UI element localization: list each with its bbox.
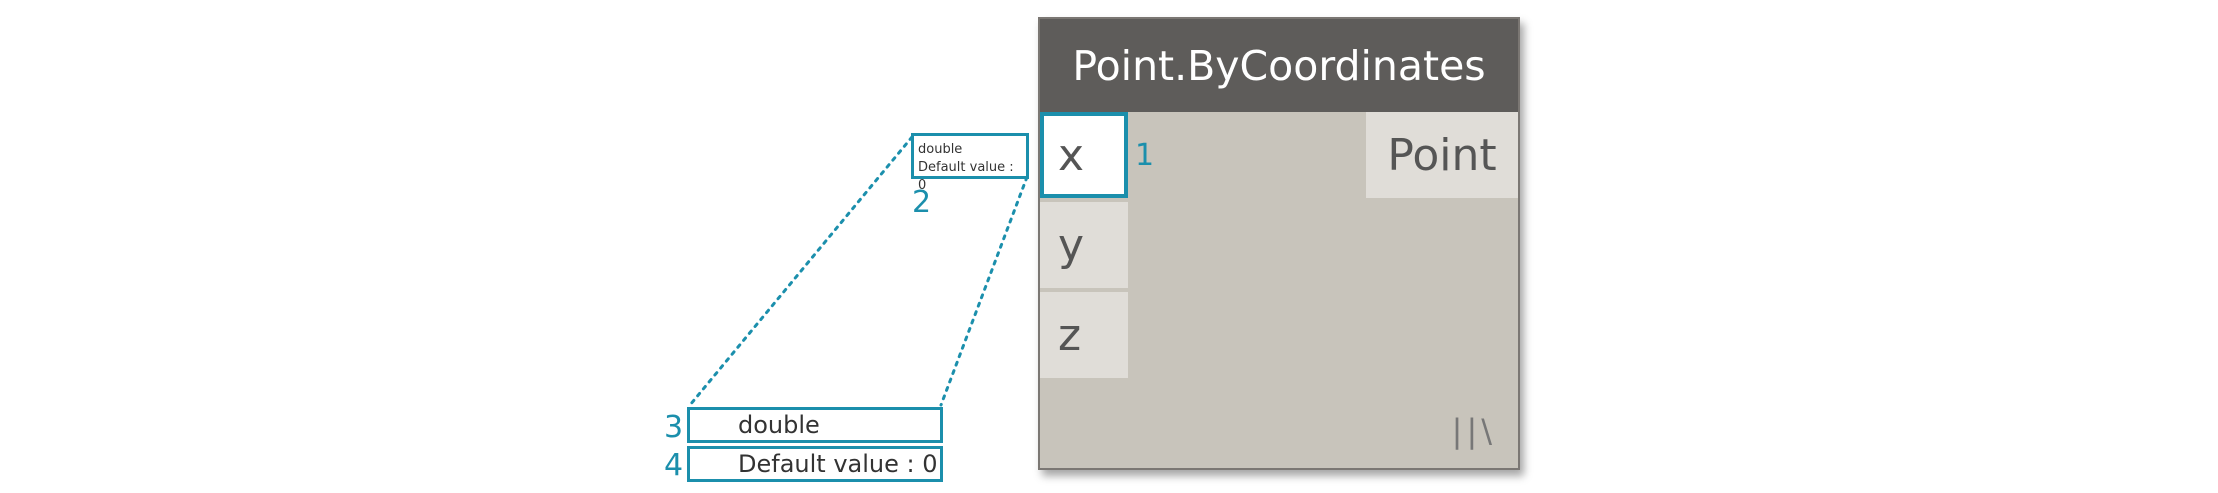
output-port-point[interactable]: Point <box>1366 112 1518 198</box>
callout-2: 2 <box>912 185 932 220</box>
input-port-y[interactable]: y <box>1040 202 1128 288</box>
connector-line-right <box>939 175 1029 407</box>
tooltip-type: double <box>918 142 963 157</box>
zoom-default-box: Default value : 0 <box>687 446 943 482</box>
point-bycoordinates-node[interactable]: Point.ByCoordinates x y z Point ||\ <box>1038 17 1520 470</box>
input-tooltip: double Default value : 0 <box>911 133 1029 193</box>
node-title[interactable]: Point.ByCoordinates <box>1040 19 1518 112</box>
zoom-type-box: double <box>687 407 943 443</box>
callout-1: 1 <box>1135 138 1155 173</box>
input-port-x[interactable]: x <box>1040 112 1128 198</box>
callout-4: 4 <box>664 448 684 483</box>
diagram-canvas: Point.ByCoordinates x y z Point ||\ doub… <box>0 0 2218 493</box>
callout-3: 3 <box>664 410 684 445</box>
input-port-z[interactable]: z <box>1040 292 1128 378</box>
lacing-icon[interactable]: ||\ <box>1452 412 1496 450</box>
connector-line-left <box>688 135 914 407</box>
tooltip-default: Default value : 0 <box>918 160 1014 193</box>
